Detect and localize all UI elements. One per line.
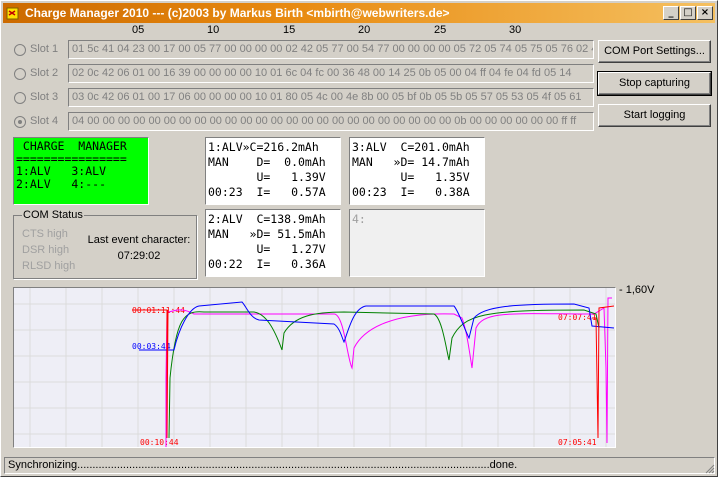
slot-1-data-field[interactable]: 01 5c 41 04 23 00 17 00 05 77 00 00 00 0… [68,40,594,59]
status-bar: Synchronizing...........................… [4,457,715,474]
slot-label: Slot 1 [30,43,59,55]
voltage-chart: 00:01:11:44 00:03:44 00:10:44 07:07:41 0… [13,287,616,448]
slot-2-data-field[interactable]: 02 0c 42 06 01 00 16 39 00 00 00 00 10 0… [68,64,594,83]
chart-grid [14,288,615,447]
chart-svg: 00:01:11:44 00:03:44 00:10:44 07:07:41 0… [14,288,615,447]
slot-label: Slot 4 [30,115,59,127]
ruler-label: 10 [207,24,220,36]
resize-grip-icon[interactable] [703,462,715,474]
ruler-label: 15 [283,24,296,36]
last-event-label: Last event character: [87,234,191,246]
window-title: Charge Manager 2010 --- (c)2003 by Marku… [25,6,450,20]
close-button[interactable]: × [697,6,713,20]
lcd-overview: CHARGE MANAGER ================ 1:ALV 3:… [13,137,149,205]
time-label: 07:05:41 [558,438,597,447]
slot-label: Slot 3 [30,91,59,103]
time-label: 00:10:44 [140,438,179,447]
stop-capturing-button[interactable]: Stop capturing [597,71,712,96]
ruler-label: 20 [358,24,371,36]
ruler-label: 30 [509,24,522,36]
lcd-slot-3: 3:ALV C=201.0mAh MAN »D= 14.7mAh U= 1.35… [349,137,485,205]
lcd-slot-2: 2:ALV C=138.9mAh MAN »D= 51.5mAh U= 1.27… [205,209,341,277]
rlsd-status: RLSD high [22,260,76,272]
slot-3-radio[interactable] [14,92,26,104]
app-icon [6,7,19,20]
title-bar[interactable]: Charge Manager 2010 --- (c)2003 by Marku… [3,3,715,23]
ruler-label: 25 [434,24,447,36]
dsr-status: DSR high [22,244,70,256]
start-logging-button[interactable]: Start logging [598,104,711,127]
lcd-slot-1: 1:ALV»C=216.2mAh MAN D= 0.0mAh U= 1.39V … [205,137,341,205]
cts-status: CTS high [22,228,68,240]
ruler-label: 05 [132,24,145,36]
slot-1-radio[interactable] [14,44,26,56]
slot-2-radio[interactable] [14,68,26,80]
minimize-button[interactable]: _ [663,6,679,20]
slot-label: Slot 2 [30,67,59,79]
last-event: Last event character: 07:29:02 [84,232,194,264]
com-port-settings-button[interactable]: COM Port Settings... [598,40,711,63]
slot-3-data-field[interactable]: 03 0c 42 06 01 00 17 06 00 00 00 00 10 0… [68,88,594,107]
main-window: Charge Manager 2010 --- (c)2003 by Marku… [0,0,718,477]
lcd-slot-4: 4: [349,209,485,277]
group-title: COM Status [22,209,84,221]
maximize-button[interactable]: □ [680,6,696,20]
last-event-value: 07:29:02 [117,250,161,262]
chart-max-label: - 1,60V [619,284,655,296]
slot-4-radio[interactable] [14,116,26,128]
slot-4-data-field[interactable]: 04 00 00 00 00 00 00 00 00 00 00 00 00 0… [68,112,594,131]
plot-background [14,288,615,447]
com-status-group: COM Status CTS high DSR high RLSD high L… [13,209,197,279]
